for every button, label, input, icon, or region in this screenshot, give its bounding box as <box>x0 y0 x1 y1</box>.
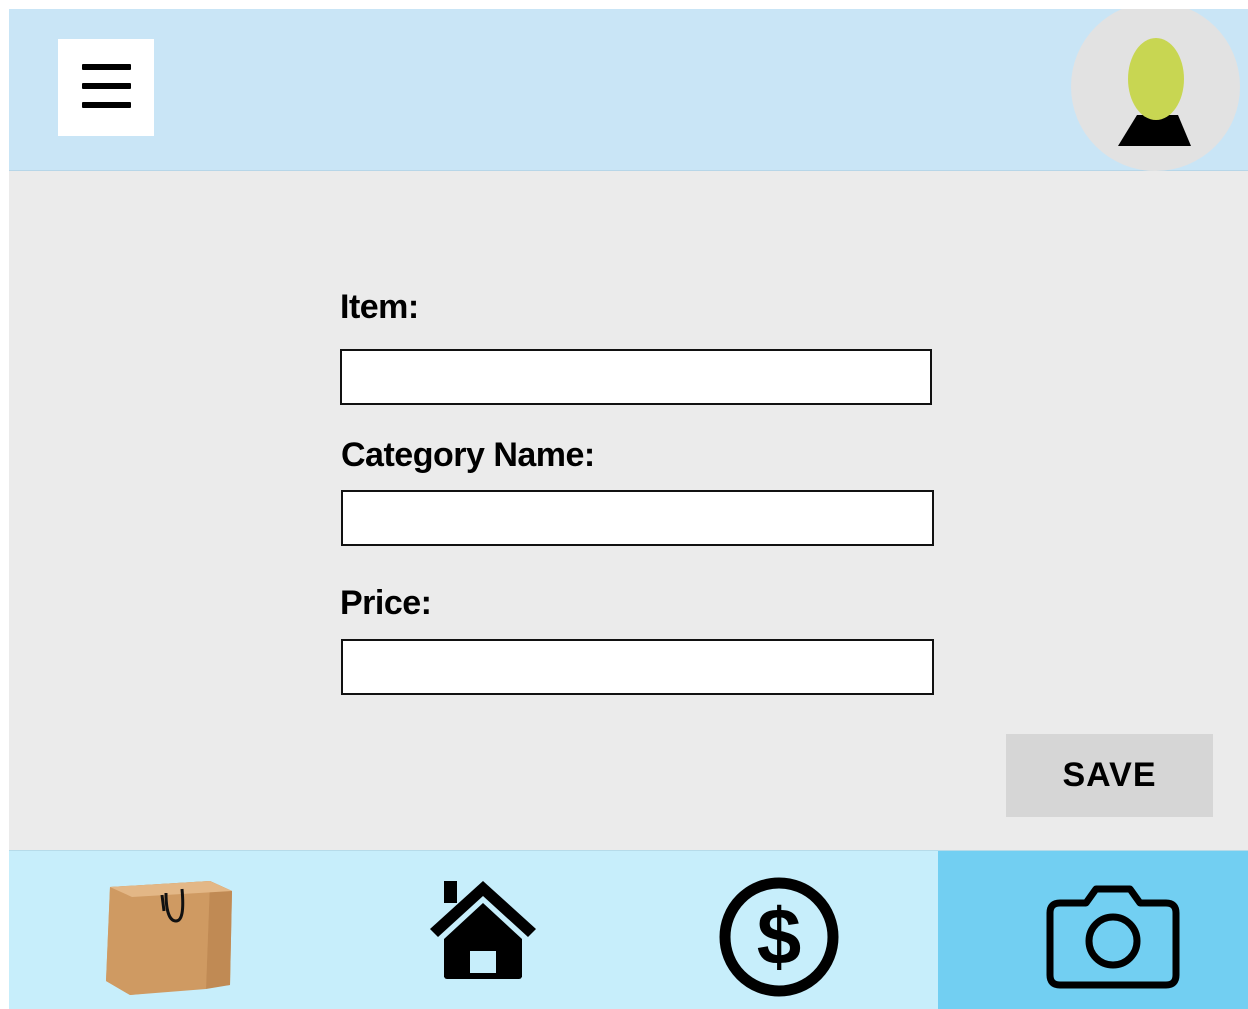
dollar-icon: $ <box>719 877 839 997</box>
category-name-label: Category Name: <box>341 436 595 474</box>
nav-item-home[interactable] <box>319 851 629 1009</box>
bottom-nav: $ <box>9 850 1248 1009</box>
camera-icon <box>1046 885 1180 989</box>
nav-item-finance[interactable]: $ <box>629 851 938 1009</box>
item-label: Item: <box>340 288 419 326</box>
svg-text:$: $ <box>757 892 802 981</box>
user-avatar[interactable] <box>1071 9 1240 171</box>
item-input[interactable] <box>340 349 932 405</box>
category-name-input[interactable] <box>341 490 934 546</box>
save-button[interactable]: SAVE <box>1006 734 1213 817</box>
shopping-bag-icon <box>106 881 232 995</box>
nav-item-camera[interactable] <box>938 851 1248 1009</box>
user-avatar-icon <box>1118 38 1191 146</box>
home-icon <box>430 881 536 979</box>
app-window: Item: Category Name: Price: SAVE $ <box>9 9 1248 1009</box>
nav-item-shopping[interactable] <box>9 851 319 1009</box>
top-header <box>9 9 1248 171</box>
price-label: Price: <box>340 584 432 622</box>
menu-button[interactable] <box>58 39 154 136</box>
price-input[interactable] <box>341 639 934 695</box>
